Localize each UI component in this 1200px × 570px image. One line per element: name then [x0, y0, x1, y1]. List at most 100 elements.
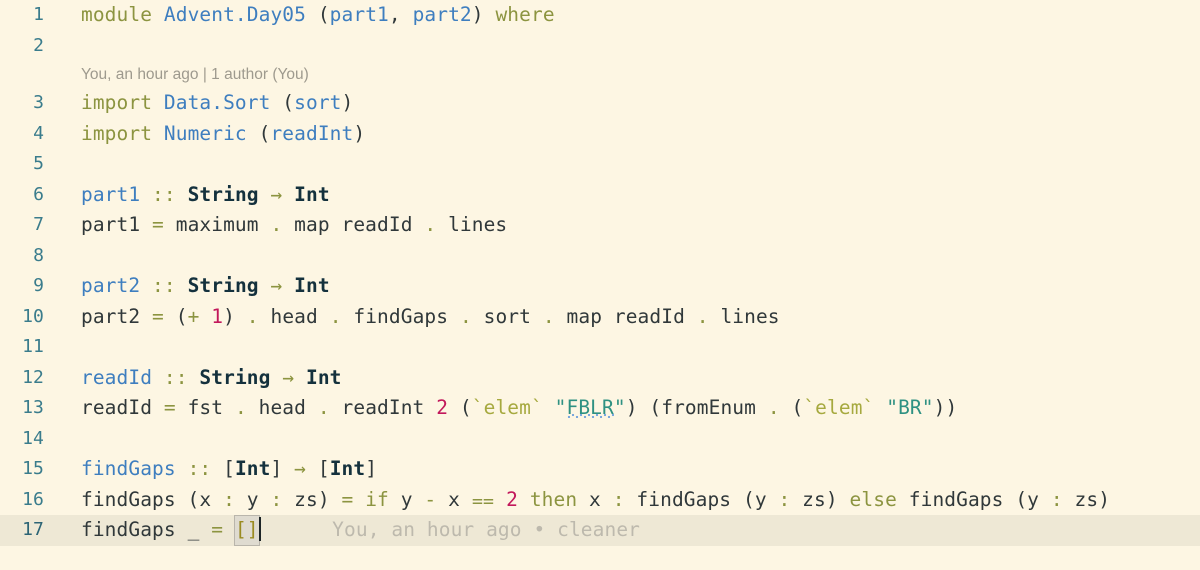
code-line[interactable]: 9 part2 :: String → Int [0, 271, 1200, 302]
code-token: :: [152, 274, 176, 297]
code-token: Numeric [163, 121, 247, 145]
codelens-text[interactable]: You, an hour ago | 1 author (You) [81, 61, 309, 88]
code-token: . [246, 304, 259, 328]
code-line-content[interactable]: import Data.Sort (sort) [81, 88, 353, 119]
line-number[interactable]: 4 [0, 119, 44, 150]
code-line[interactable]: 14 [0, 424, 1200, 455]
code-token: where [495, 3, 555, 26]
code-token: zs) [790, 487, 850, 511]
code-line[interactable]: 3 import Data.Sort (sort) [0, 88, 1200, 119]
line-number[interactable]: 10 [0, 302, 44, 333]
code-token: . [424, 213, 437, 236]
line-number[interactable]: 13 [0, 393, 44, 424]
code-token: ] [365, 457, 378, 480]
code-line-content[interactable]: part1 = maximum . map readId . lines [81, 210, 507, 241]
code-token: head [246, 396, 318, 419]
code-line[interactable]: 1 module Advent.Day05 (part1, part2) wher… [0, 0, 1200, 31]
code-token: 1 [211, 304, 224, 328]
code-token: , [388, 3, 413, 26]
code-token: import [81, 121, 153, 145]
inline-git-blame[interactable]: You, an hour ago • cleaner [332, 518, 640, 541]
code-token: import [81, 91, 153, 114]
code-line[interactable]: 15 findGaps :: [Int] → [Int] [0, 454, 1200, 485]
code-line[interactable]: 10 part2 = (+ 1) . head . findGaps . sort… [0, 302, 1200, 333]
code-line-content[interactable]: findGaps _ = [] You, an hour ago • clean… [81, 515, 640, 546]
code-token: part2 [412, 3, 472, 26]
code-line-content[interactable]: part1 :: String → Int [81, 180, 330, 211]
code-line-content[interactable]: module Advent.Day05 (part1, part2) where [81, 0, 555, 31]
line-number[interactable]: 15 [0, 454, 44, 485]
code-token: ⩵ [471, 487, 495, 511]
code-token: map readId [282, 213, 425, 236]
line-number[interactable]: 16 [0, 485, 44, 516]
code-token: = [341, 487, 354, 511]
code-line[interactable]: 2 [0, 31, 1200, 62]
code-line-content[interactable]: import Numeric (readInt) [81, 119, 365, 150]
code-token: → [282, 365, 295, 389]
code-line[interactable]: 7 part1 = maximum . map readId . lines [0, 210, 1200, 241]
code-token: ( [305, 3, 330, 26]
code-token: `elem` [471, 396, 543, 419]
code-line[interactable]: 16 findGaps (x : y : zs) = if y - x ⩵ 2 t… [0, 485, 1200, 516]
line-number[interactable]: 2 [0, 31, 44, 62]
code-token: " [613, 396, 626, 419]
code-token: String [187, 182, 259, 206]
line-number[interactable]: 8 [0, 241, 44, 272]
code-token: . [270, 213, 283, 236]
code-editor[interactable]: 1 module Advent.Day05 (part1, part2) wher… [0, 0, 1200, 570]
code-token: 2 [506, 487, 518, 511]
line-number[interactable]: 9 [0, 271, 44, 302]
code-line[interactable]: 6 part1 :: String → Int [0, 180, 1200, 211]
code-token: Advent.Day05 [163, 3, 306, 26]
code-line-content[interactable]: readId :: String → Int [81, 363, 342, 394]
code-token: module [81, 3, 153, 26]
code-token: ( [163, 304, 188, 328]
line-number[interactable]: 1 [0, 0, 44, 31]
code-line-content[interactable]: findGaps (x : y : zs) = if y - x ⩵ 2 the… [81, 485, 1110, 516]
code-line[interactable]: 11 [0, 332, 1200, 363]
line-number[interactable]: 5 [0, 149, 44, 180]
line-number[interactable]: 14 [0, 424, 44, 455]
code-line-current[interactable]: 17 findGaps _ = [] You, an hour ago • cle… [0, 515, 1200, 546]
code-token: if [365, 487, 389, 511]
code-line[interactable]: 5 [0, 149, 1200, 180]
code-line-content[interactable]: part2 = (+ 1) . head . findGaps . sort .… [81, 302, 780, 333]
code-token: → [294, 457, 307, 480]
code-token: findGaps (y [896, 487, 1051, 511]
code-line-content[interactable]: part2 :: String → Int [81, 271, 330, 302]
code-line[interactable]: 4 import Numeric (readInt) [0, 119, 1200, 150]
code-token: part1 [81, 182, 141, 206]
code-token: map readId [554, 304, 697, 328]
code-line[interactable]: 8 [0, 241, 1200, 272]
code-line-content[interactable]: findGaps :: [Int] → [Int] [81, 454, 377, 485]
code-token: . [696, 304, 709, 328]
inline-blame-spacer [261, 518, 332, 541]
code-token: : [778, 487, 791, 511]
line-number[interactable]: 6 [0, 180, 44, 211]
code-line[interactable]: 13 readId = fst . head . readInt 2 (`elem… [0, 393, 1200, 424]
code-token: fst [175, 396, 235, 419]
code-token: :: [163, 365, 188, 389]
code-line-content[interactable]: readId = fst . head . readInt 2 (`elem` … [81, 393, 957, 424]
code-token: ( [270, 91, 295, 114]
code-token: ) [471, 3, 496, 26]
code-token: ] [270, 457, 295, 480]
code-token: readId [81, 396, 164, 419]
line-number[interactable]: 17 [0, 515, 44, 546]
line-number[interactable]: 11 [0, 332, 44, 363]
code-token: sort [471, 304, 543, 328]
line-number[interactable]: 7 [0, 210, 44, 241]
codelens-blame-annotation[interactable]: You, an hour ago | 1 author (You) [0, 61, 1200, 88]
line-number[interactable]: 12 [0, 363, 44, 394]
code-token: → [270, 182, 283, 206]
code-line[interactable]: 12 readId :: String → Int [0, 363, 1200, 394]
line-number[interactable]: 3 [0, 88, 44, 119]
